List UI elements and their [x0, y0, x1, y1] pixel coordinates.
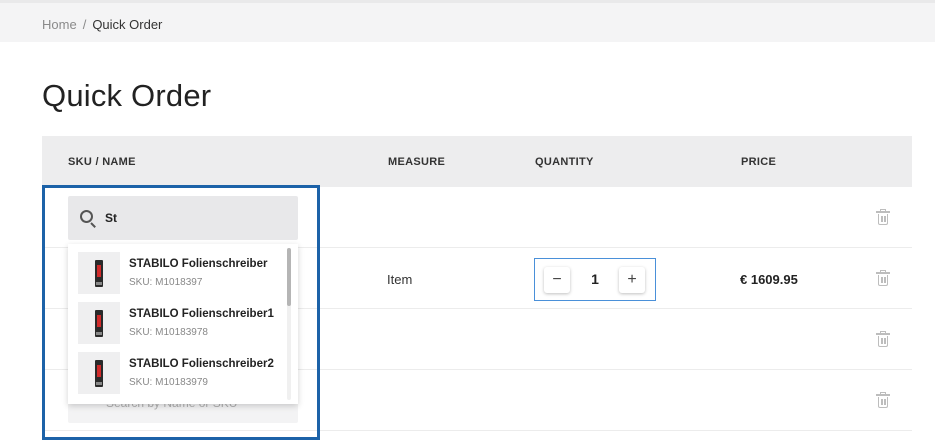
quantity-stepper[interactable]: − 1 + — [534, 258, 656, 301]
decrement-button[interactable]: − — [544, 267, 570, 293]
product-thumbnail — [78, 352, 120, 394]
breadcrumb-separator: / — [82, 17, 87, 32]
header-sku-name: SKU / NAME — [68, 156, 136, 168]
breadcrumb: Home / Quick Order — [42, 17, 162, 32]
row-price: € 1609.95 — [740, 272, 798, 287]
trash-icon[interactable] — [876, 270, 890, 286]
suggestion-name: STABILO Folienschreiber — [129, 258, 268, 270]
trash-icon[interactable] — [876, 209, 890, 225]
suggestion-name: STABILO Folienschreiber1 — [129, 308, 274, 320]
suggestion-sku: SKU: M10183978 — [129, 327, 208, 338]
product-search-box[interactable] — [68, 196, 298, 240]
search-input[interactable] — [105, 211, 285, 225]
page-title: Quick Order — [42, 78, 212, 113]
product-thumbnail — [78, 302, 120, 344]
search-icon — [80, 210, 98, 228]
suggestion-sku: SKU: M10183979 — [129, 377, 208, 388]
suggestion-item[interactable]: STABILO Folienschreiber SKU: M1018397 — [78, 252, 278, 294]
suggestion-sku: SKU: M1018397 — [129, 277, 203, 288]
suggestion-item[interactable]: STABILO Folienschreiber1 SKU: M10183978 — [78, 302, 278, 344]
suggestions-dropdown: STABILO Folienschreiber SKU: M1018397 ST… — [68, 244, 298, 404]
quantity-value[interactable]: 1 — [579, 271, 611, 287]
suggestion-item[interactable]: STABILO Folienschreiber2 SKU: M10183979 — [78, 352, 278, 394]
product-thumbnail — [78, 252, 120, 294]
trash-icon[interactable] — [876, 392, 890, 408]
scrollbar-thumb[interactable] — [287, 248, 291, 306]
breadcrumb-home-link[interactable]: Home — [42, 17, 77, 32]
increment-button[interactable]: + — [619, 267, 645, 293]
header-quantity: QUANTITY — [535, 156, 594, 168]
header-measure: MEASURE — [388, 156, 446, 168]
suggestion-name: STABILO Folienschreiber2 — [129, 358, 274, 370]
dropdown-scrollbar[interactable] — [287, 248, 291, 400]
row-measure: Item — [387, 272, 413, 287]
table-header: SKU / NAME MEASURE QUANTITY PRICE — [42, 136, 912, 187]
breadcrumb-current: Quick Order — [92, 17, 163, 32]
header-price: PRICE — [741, 156, 777, 168]
trash-icon[interactable] — [876, 331, 890, 347]
breadcrumb-bar: Home / Quick Order — [0, 0, 935, 42]
